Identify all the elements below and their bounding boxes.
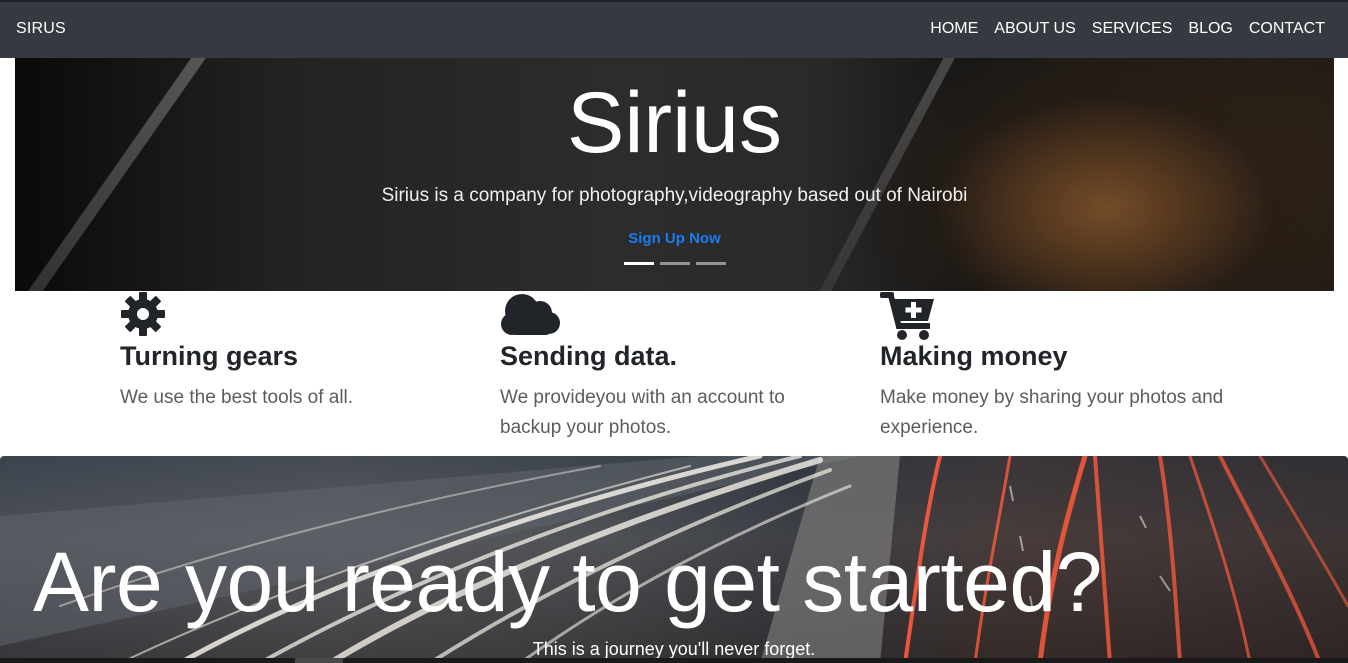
carousel-indicators	[624, 262, 726, 265]
cloud-icon	[500, 291, 562, 342]
gear-icon	[120, 291, 166, 342]
feature-title: Making money	[880, 341, 1068, 371]
nav-contact[interactable]: CONTACT	[1249, 20, 1325, 38]
cta-subtitle: This is a journey you'll never forget.	[532, 639, 816, 659]
sign-up-button[interactable]: Sign Up Now	[15, 230, 1334, 247]
nav-about-us[interactable]: ABOUT US	[994, 20, 1076, 38]
cart-plus-icon	[880, 291, 936, 346]
carousel-indicator-1[interactable]	[624, 262, 654, 265]
feature-text: Make money by sharing your photos and ex…	[880, 387, 1224, 438]
feature-text: We use the best tools of all.	[120, 387, 354, 408]
carousel-indicator-3[interactable]	[696, 262, 726, 265]
brand-link[interactable]: SIRUS	[16, 20, 66, 38]
feature-title: Sending data.	[500, 341, 678, 371]
bottom-bar-segment	[295, 658, 343, 663]
nav-home[interactable]: HOME	[930, 20, 978, 38]
navbar: SIRUS HOME ABOUT US SERVICES BLOG CONTAC…	[0, 2, 1348, 58]
bottom-bar	[0, 658, 1348, 663]
feature-title: Turning gears	[120, 341, 299, 371]
cta-section: Are you ready to get started? This is a …	[0, 456, 1348, 663]
carousel-indicator-2[interactable]	[660, 262, 690, 265]
nav-blog[interactable]: BLOG	[1188, 20, 1232, 38]
feature-text: We provideyou with an account to backup …	[500, 387, 785, 438]
hero-title: Sirius	[566, 75, 783, 171]
hero-subtitle: Sirius is a company for photography,vide…	[381, 185, 968, 206]
cta-title: Are you ready to get started?	[33, 535, 1102, 629]
nav-services[interactable]: SERVICES	[1092, 20, 1173, 38]
nav-links: HOME ABOUT US SERVICES BLOG CONTACT	[930, 20, 1325, 38]
hero-carousel[interactable]: Sirius Sirius is a company for photograp…	[15, 58, 1334, 291]
